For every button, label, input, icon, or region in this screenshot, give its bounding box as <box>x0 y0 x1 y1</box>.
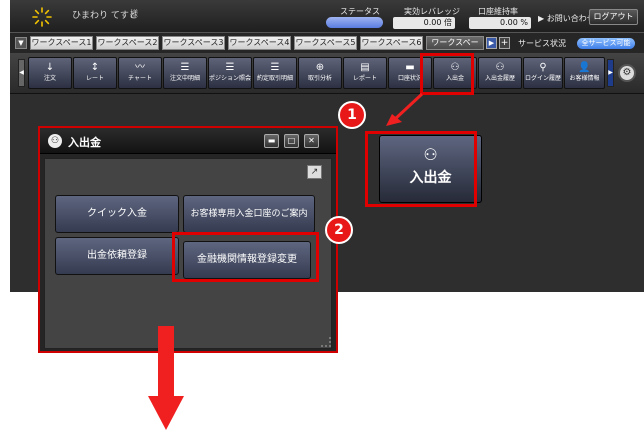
user-honorific: 様 <box>130 9 138 18</box>
top-status-bar: ひまわり てすと 様 ステータス 実効レバレッジ 0.00 倍 口座維持率 0.… <box>10 0 644 33</box>
resize-grip-icon[interactable] <box>321 337 331 347</box>
maximize-icon[interactable]: □ <box>284 134 299 148</box>
settings-gear-icon[interactable]: ⚙ <box>618 64 636 82</box>
close-icon[interactable]: ✕ <box>304 134 319 148</box>
order-icon: ↓ <box>45 62 55 73</box>
pointer-arrow-icon <box>386 92 424 126</box>
toolbar-executions-button[interactable]: ☰ 約定取引明細 <box>253 57 297 89</box>
withdrawal-request-button[interactable]: 出金依頼登録 <box>55 237 179 275</box>
toolbar-scroll-right-icon[interactable]: ▶ <box>607 59 614 87</box>
toolbar-executions-label: 約定取引明細 <box>256 75 293 82</box>
rate-icon: ↕ <box>90 62 100 73</box>
toolbar-deposit-history-button[interactable]: ⚇ 入出金履歴 <box>478 57 522 89</box>
service-status-badge: 全サービス可能 <box>577 38 635 49</box>
trade-analysis-icon: ⊕ <box>315 62 325 73</box>
toolbar-scroll-left-icon[interactable]: ◀ <box>18 59 25 87</box>
toolbar-chart-button[interactable]: 〰 チャート <box>118 57 162 89</box>
logout-button[interactable]: ログアウト <box>589 9 638 25</box>
tab-workspace-7[interactable]: ワークスペー <box>426 36 484 50</box>
tab-workspace-1[interactable]: ワークスペース1 <box>30 36 93 50</box>
toolbar-login-history-label: ログイン履歴 <box>524 75 561 82</box>
add-workspace-icon[interactable]: + <box>499 37 510 49</box>
contact-link[interactable]: ▶ お問い合わせ <box>538 13 595 24</box>
maintenance-rate-value: 0.00 % <box>469 17 531 29</box>
executions-icon: ☰ <box>270 62 280 73</box>
chart-icon: 〰 <box>135 62 145 73</box>
toolbar-trade-analysis-button[interactable]: ⊕ 取引分析 <box>298 57 342 89</box>
tab-workspace-6[interactable]: ワークスペース6 <box>360 36 423 50</box>
customer-info-icon: 👤 <box>578 62 591 73</box>
dialog-money-icon: ⚇ <box>48 134 62 148</box>
maintenance-rate-label: 口座維持率 <box>478 7 518 16</box>
dialog-title: 入出金 <box>68 136 101 149</box>
report-icon: ▤ <box>360 62 370 73</box>
open-orders-icon: ☰ <box>180 62 190 73</box>
main-toolbar: ◀ ↓ 注文 ↕ レート 〰 チャート ☰ 注文中明細 ☰ ポジション照会 ☰ … <box>10 53 644 94</box>
toolbar-positions-label: ポジション照会 <box>209 75 252 82</box>
status-label: ステータス <box>340 7 380 16</box>
sunflower-logo-icon <box>32 7 52 27</box>
toolbar-customer-info-button[interactable]: 👤 お客様情報 <box>564 57 605 89</box>
toolbar-order-label: 注文 <box>43 75 56 82</box>
status-indicator <box>326 17 383 28</box>
toolbar-open-orders-button[interactable]: ☰ 注文中明細 <box>163 57 207 89</box>
popout-icon[interactable]: ↗ <box>307 165 322 179</box>
toolbar-report-label: レポート <box>352 75 377 82</box>
tab-scroll-right-icon[interactable]: ▶ <box>486 37 497 49</box>
toolbar-trade-analysis-label: 取引分析 <box>307 75 332 82</box>
minimize-icon[interactable]: ▬ <box>264 134 279 148</box>
dedicated-account-button[interactable]: お客様専用入金口座のご案内 <box>183 195 315 233</box>
toolbar-chart-label: チャート <box>128 75 152 82</box>
down-arrow-icon <box>148 326 184 430</box>
toolbar-deposit-history-label: 入出金履歴 <box>484 75 515 82</box>
positions-icon: ☰ <box>225 62 235 73</box>
quick-deposit-button[interactable]: クイック入金 <box>55 195 179 233</box>
login-history-icon: ⚲ <box>539 62 547 73</box>
highlight-toolbar-deposit <box>420 53 474 95</box>
leverage-value: 0.00 倍 <box>393 17 455 29</box>
highlight-large-deposit <box>365 131 477 207</box>
tab-workspace-5[interactable]: ワークスペース5 <box>294 36 357 50</box>
step-1-badge: 1 <box>338 101 366 129</box>
step-2-badge: 2 <box>325 216 353 244</box>
tab-workspace-3[interactable]: ワークスペース3 <box>162 36 225 50</box>
dialog-title-bar: ⚇ 入出金 ▬ □ ✕ <box>40 128 336 154</box>
toolbar-login-history-button[interactable]: ⚲ ログイン履歴 <box>523 57 563 89</box>
deposit-history-icon: ⚇ <box>495 62 505 73</box>
tab-workspace-2[interactable]: ワークスペース2 <box>96 36 159 50</box>
highlight-bank-info-button <box>172 232 319 282</box>
workspace-tab-bar: ▼ ワークスペース1 ワークスペース2 ワークスペース3 ワークスペース4 ワー… <box>10 33 644 53</box>
leverage-label: 実効レバレッジ <box>404 7 460 16</box>
service-status-label: サービス状況 <box>518 39 566 48</box>
toolbar-order-button[interactable]: ↓ 注文 <box>28 57 72 89</box>
toolbar-rate-label: レート <box>85 75 104 82</box>
toolbar-rate-button[interactable]: ↕ レート <box>73 57 117 89</box>
toolbar-report-button[interactable]: ▤ レポート <box>343 57 387 89</box>
toolbar-positions-button[interactable]: ☰ ポジション照会 <box>208 57 252 89</box>
toolbar-customer-info-label: お客様情報 <box>569 75 600 82</box>
toolbar-open-orders-label: 注文中明細 <box>169 75 200 82</box>
tab-workspace-4[interactable]: ワークスペース4 <box>228 36 291 50</box>
user-name: ひまわり てすと <box>72 11 138 21</box>
workspace-menu-icon[interactable]: ▼ <box>15 37 27 49</box>
